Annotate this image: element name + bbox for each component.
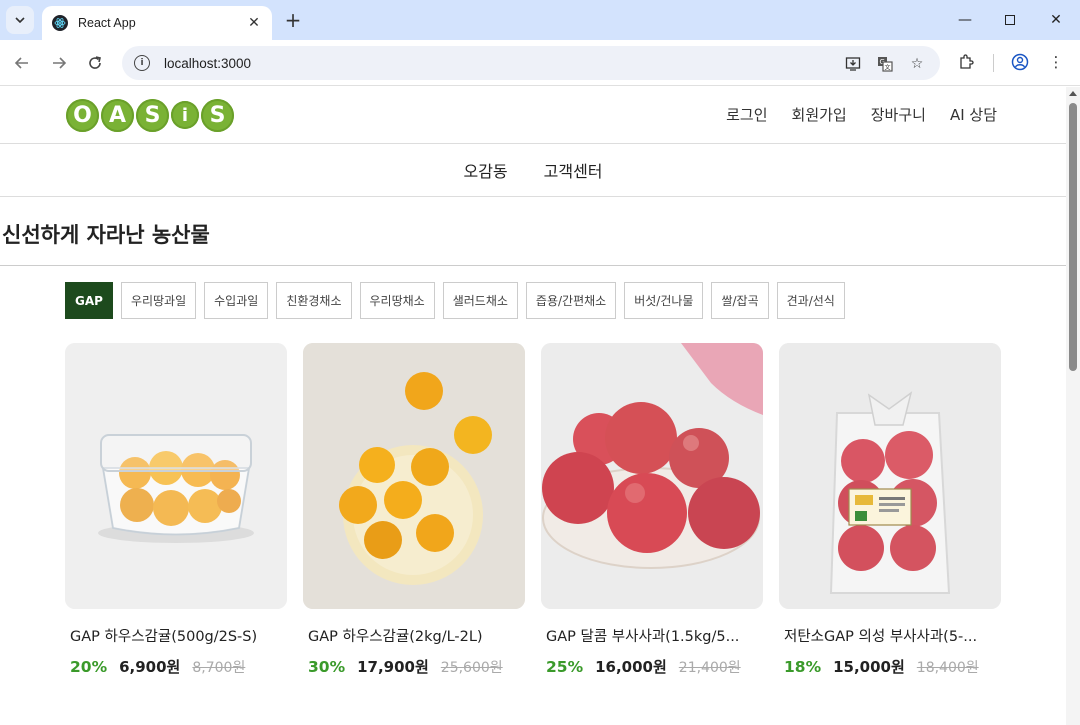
price-row: 30% 17,900원 25,600원 [308, 656, 525, 677]
discount-rate: 25% [546, 658, 584, 676]
vertical-scrollbar[interactable] [1066, 87, 1080, 725]
minimize-icon[interactable]: — [942, 8, 988, 32]
browser-tab[interactable]: React App ✕ [42, 6, 272, 40]
section-divider [0, 265, 1066, 266]
tab-search-button[interactable] [6, 6, 34, 34]
bookmark-star-icon[interactable]: ☆ [908, 55, 926, 73]
price-row: 18% 15,000원 18,400원 [784, 656, 1001, 677]
discount-rate: 20% [70, 658, 108, 676]
translate-icon[interactable]: G文 [876, 55, 894, 73]
filter-chip[interactable]: 버섯/건나물 [624, 282, 704, 319]
filter-chip[interactable]: 쌀/잡곡 [711, 282, 769, 319]
signup-link[interactable]: 회원가입 [792, 104, 847, 125]
section-title: 신선하게 자라난 농산물 [2, 223, 210, 247]
extensions-icon[interactable] [956, 52, 976, 72]
browser-tabbar: React App ✕ + — ✕ [0, 0, 1080, 40]
original-price: 25,600원 [440, 660, 503, 676]
logo-letter: A [101, 98, 134, 132]
login-link[interactable]: 로그인 [726, 104, 767, 125]
price-row: 25% 16,000원 21,400원 [546, 656, 763, 677]
product-card[interactable]: GAP 달콤 부사사과(1.5kg/5... 25% 16,000원 21,40… [541, 343, 763, 677]
logo-letter: S [136, 98, 169, 132]
scroll-thumb[interactable] [1069, 103, 1077, 371]
new-tab-icon[interactable]: + [282, 8, 304, 32]
page-content: O A S i S 로그인 회원가입 장바구니 AI 상담 오감동 고객센터 신… [0, 87, 1066, 725]
reload-icon[interactable] [83, 51, 107, 75]
sale-price: 15,000원 [833, 658, 905, 676]
product-image[interactable] [65, 343, 287, 609]
discount-rate: 18% [784, 658, 822, 676]
sale-price: 6,900원 [119, 658, 181, 676]
sale-price: 17,900원 [357, 658, 429, 676]
close-icon[interactable]: ✕ [246, 15, 262, 31]
product-name[interactable]: GAP 달콤 부사사과(1.5kg/5... [546, 625, 761, 646]
forward-arrow-icon[interactable] [47, 51, 71, 75]
product-card[interactable]: 저탄소GAP 의성 부사사과(5-... 18% 15,000원 18,400원 [779, 343, 1001, 677]
nav-customer-center[interactable]: 고객센터 [544, 158, 603, 182]
original-price: 18,400원 [916, 660, 979, 676]
price-row: 20% 6,900원 8,700원 [70, 656, 287, 677]
react-icon [52, 15, 68, 31]
oasis-logo[interactable]: O A S i S [66, 96, 236, 134]
product-image[interactable] [303, 343, 525, 609]
profile-icon[interactable] [1010, 52, 1030, 72]
address-bar[interactable]: i localhost:3000 G文 ☆ [122, 46, 940, 80]
filter-chip[interactable]: 우리땅채소 [359, 282, 435, 319]
product-name[interactable]: GAP 하우스감귤(2kg/L-2L) [308, 625, 523, 646]
filter-chip[interactable]: 친환경채소 [276, 282, 352, 319]
product-image[interactable] [779, 343, 1001, 609]
url-text: localhost:3000 [164, 55, 252, 71]
svg-text:文: 文 [885, 64, 891, 72]
logo-letter: i [171, 101, 199, 129]
sale-price: 16,000원 [595, 658, 667, 676]
filter-chip[interactable]: 샐러드채소 [442, 282, 518, 319]
product-image[interactable] [541, 343, 763, 609]
discount-rate: 30% [308, 658, 346, 676]
chevron-down-icon [15, 17, 25, 23]
site-header: O A S i S 로그인 회원가입 장바구니 AI 상담 [0, 87, 1066, 144]
original-price: 21,400원 [678, 660, 741, 676]
filter-chip[interactable]: 견과/선식 [776, 282, 845, 319]
site-info-icon[interactable]: i [134, 55, 150, 71]
logo-letter: O [66, 98, 99, 132]
product-name[interactable]: 저탄소GAP 의성 부사사과(5-... [784, 625, 999, 646]
scroll-up-arrow-icon[interactable] [1069, 91, 1077, 96]
toolbar-divider [993, 54, 994, 72]
window-close-icon[interactable]: ✕ [1033, 8, 1079, 32]
cart-link[interactable]: 장바구니 [871, 104, 926, 125]
back-arrow-icon[interactable] [10, 51, 34, 75]
product-grid: GAP 하우스감귤(500g/2S-S) 20% 6,900원 8,700원 G… [65, 343, 1001, 677]
filter-chip[interactable]: 우리땅과일 [120, 282, 197, 319]
original-price: 8,700원 [192, 660, 246, 676]
tab-title: React App [78, 16, 136, 30]
product-card[interactable]: GAP 하우스감귤(500g/2S-S) 20% 6,900원 8,700원 [65, 343, 287, 677]
product-name[interactable]: GAP 하우스감귤(500g/2S-S) [70, 625, 285, 646]
ai-consult-link[interactable]: AI 상담 [950, 104, 997, 125]
nav-ogamdong[interactable]: 오감동 [463, 158, 507, 182]
browser-toolbar: i localhost:3000 G文 ☆ ⋮ [0, 40, 1080, 86]
install-app-icon[interactable] [844, 55, 862, 73]
category-nav: 오감동 고객센터 [0, 144, 1066, 197]
filter-chip[interactable]: GAP [65, 282, 113, 319]
more-menu-icon[interactable]: ⋮ [1046, 52, 1066, 72]
logo-letter: S [201, 98, 234, 132]
maximize-icon[interactable] [987, 8, 1033, 32]
filter-chips: GAP 우리땅과일 수입과일 친환경채소 우리땅채소 샐러드채소 즙용/간편채소… [65, 282, 845, 319]
filter-chip[interactable]: 수입과일 [204, 282, 269, 319]
top-links: 로그인 회원가입 장바구니 AI 상담 [726, 104, 997, 125]
product-card[interactable]: GAP 하우스감귤(2kg/L-2L) 30% 17,900원 25,600원 [303, 343, 525, 677]
filter-chip[interactable]: 즙용/간편채소 [525, 282, 617, 319]
